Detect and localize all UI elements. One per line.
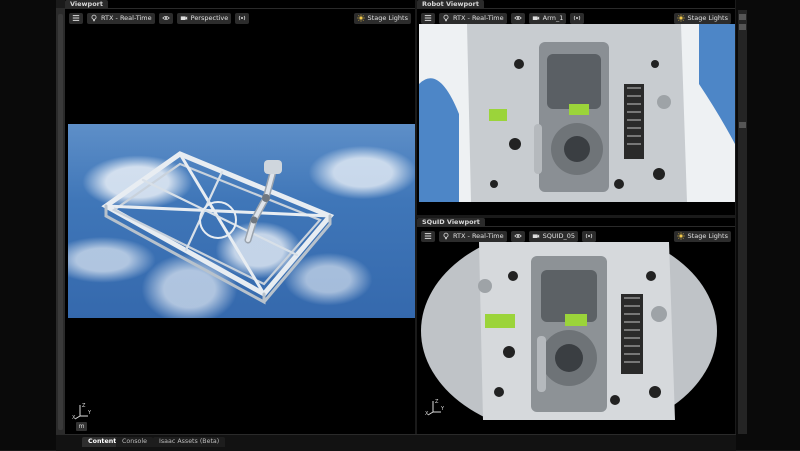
stage-lights-label: Stage Lights: [367, 14, 408, 22]
visibility-button[interactable]: [158, 12, 173, 24]
stage-lights-button[interactable]: Stage Lights: [673, 230, 731, 242]
left-margin: [0, 0, 56, 450]
units-badge[interactable]: m: [76, 422, 87, 431]
stage-lights-label: Stage Lights: [687, 232, 728, 240]
left-scrollbar[interactable]: [56, 8, 65, 434]
svg-text:X: X: [72, 415, 76, 420]
robot-camera-render[interactable]: [419, 24, 735, 202]
squid-camera-render[interactable]: [419, 242, 735, 420]
camera-icon: [91, 14, 97, 22]
camera-label: Perspective: [190, 14, 229, 22]
eye-icon: [161, 16, 170, 20]
sun-icon: [356, 14, 365, 22]
axis-gizmo-icon: Z Y X: [72, 403, 92, 420]
viewport-toolbar: RTX - Real-Time Perspective Stage Lights: [69, 12, 411, 24]
sun-icon: [676, 14, 685, 22]
renderer-label: RTX - Real-Time: [453, 232, 504, 240]
broadcast-icon: [585, 233, 593, 239]
video-camera-icon: [532, 16, 539, 20]
robot-viewport-toolbar: RTX - Real-Time Arm_1 Stage Lights: [421, 12, 731, 24]
camera-icon: [443, 14, 449, 22]
title-divider: [65, 8, 415, 9]
audio-button[interactable]: [582, 230, 597, 242]
renderer-label: RTX - Real-Time: [453, 14, 504, 22]
main-viewport-panel[interactable]: Viewport RTX - Real-Time Perspective Sta…: [65, 0, 415, 434]
video-camera-icon: [180, 16, 187, 20]
stage-lights-label: Stage Lights: [687, 14, 728, 22]
renderer-button[interactable]: RTX - Real-Time: [87, 12, 155, 24]
title-divider: [417, 8, 735, 9]
robot-arm: [244, 160, 282, 244]
bottom-tab-bar: Content Console Isaac Assets (Beta): [56, 434, 736, 451]
settings-menu-button[interactable]: [69, 12, 83, 24]
svg-text:Y: Y: [87, 410, 92, 416]
broadcast-icon: [239, 15, 246, 21]
menu-icon: [424, 15, 432, 21]
squid-viewport-toolbar: RTX - Real-Time SQUID_05 Stage Lights: [421, 230, 731, 242]
settings-menu-button[interactable]: [421, 12, 435, 24]
robot-viewport-panel[interactable]: Robot Viewport RTX - Real-Time Arm_1 Sta…: [417, 0, 735, 215]
audio-button[interactable]: [570, 12, 585, 24]
video-camera-icon: [532, 234, 539, 238]
audio-button[interactable]: [235, 12, 250, 24]
scroll-mark: [739, 24, 746, 30]
squid-camera-view: [421, 242, 717, 420]
camera-select-button[interactable]: SQUID_05: [528, 230, 579, 242]
renderer-button[interactable]: RTX - Real-Time: [439, 12, 507, 24]
visibility-button[interactable]: [510, 12, 525, 24]
svg-text:X: X: [425, 411, 429, 416]
menu-icon: [424, 233, 432, 239]
scroll-mark: [739, 122, 746, 128]
sun-icon: [676, 232, 685, 240]
axis-gizmo-icon: Z Y X: [425, 399, 445, 416]
eye-icon: [513, 16, 522, 20]
right-scrollbar[interactable]: [738, 10, 747, 434]
eye-icon: [513, 234, 522, 238]
svg-text:Y: Y: [440, 406, 445, 412]
menu-icon: [72, 15, 80, 21]
renderer-button[interactable]: RTX - Real-Time: [439, 230, 507, 242]
camera-label: SQUID_05: [542, 232, 576, 240]
robot-camera-view: [419, 24, 735, 202]
tab-isaac-assets[interactable]: Isaac Assets (Beta): [153, 437, 226, 447]
camera-label: Arm_1: [542, 14, 564, 22]
stage-lights-button[interactable]: Stage Lights: [353, 12, 411, 24]
tab-console[interactable]: Console: [116, 437, 153, 447]
broadcast-icon: [574, 15, 581, 21]
camera-select-button[interactable]: Perspective: [176, 12, 232, 24]
settings-menu-button[interactable]: [421, 230, 435, 242]
renderer-label: RTX - Real-Time: [101, 14, 152, 22]
scrollbar-handle[interactable]: [58, 14, 63, 430]
squid-viewport-title: SQuID Viewport: [422, 218, 480, 226]
svg-text:Z: Z: [82, 403, 86, 409]
main-scene-render[interactable]: [68, 124, 415, 318]
camera-icon: [443, 232, 449, 240]
camera-select-button[interactable]: Arm_1: [528, 12, 567, 24]
truss-structure: [101, 151, 335, 305]
scroll-mark: [739, 14, 746, 20]
viewport-title: Viewport: [70, 0, 103, 8]
squid-viewport-panel[interactable]: SQuID Viewport RTX - Real-Time SQUID_05 …: [417, 218, 735, 434]
stage-lights-button[interactable]: Stage Lights: [673, 12, 731, 24]
title-divider: [417, 226, 735, 227]
robot-viewport-title: Robot Viewport: [422, 0, 479, 8]
svg-text:Z: Z: [435, 399, 439, 405]
visibility-button[interactable]: [510, 230, 525, 242]
